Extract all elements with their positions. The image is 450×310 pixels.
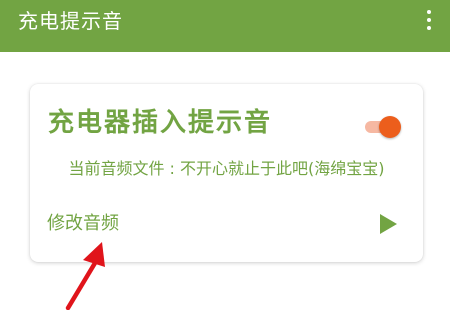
arrow-shaft (65, 255, 101, 310)
modify-audio-button[interactable]: 修改音频 (47, 212, 119, 236)
app-title: 充电提示音 (18, 9, 123, 33)
toggle-thumb (379, 116, 401, 138)
charger-sound-card: 充电器插入提示音 当前音频文件 : 不开心就止于此吧(海绵宝宝) 修改音频 (30, 84, 423, 262)
more-vert-icon[interactable] (422, 8, 436, 32)
enable-toggle[interactable] (363, 115, 403, 139)
app-bar: 充电提示音 (0, 0, 450, 52)
current-audio-file: 当前音频文件 : 不开心就止于此吧(海绵宝宝) (30, 156, 423, 193)
card-title: 充电器插入提示音 (48, 108, 273, 138)
red-arrow-icon (65, 242, 105, 310)
play-icon[interactable] (380, 214, 397, 234)
current-audio-file-text: 当前音频文件 : 不开心就止于此吧(海绵宝宝) (68, 159, 385, 178)
